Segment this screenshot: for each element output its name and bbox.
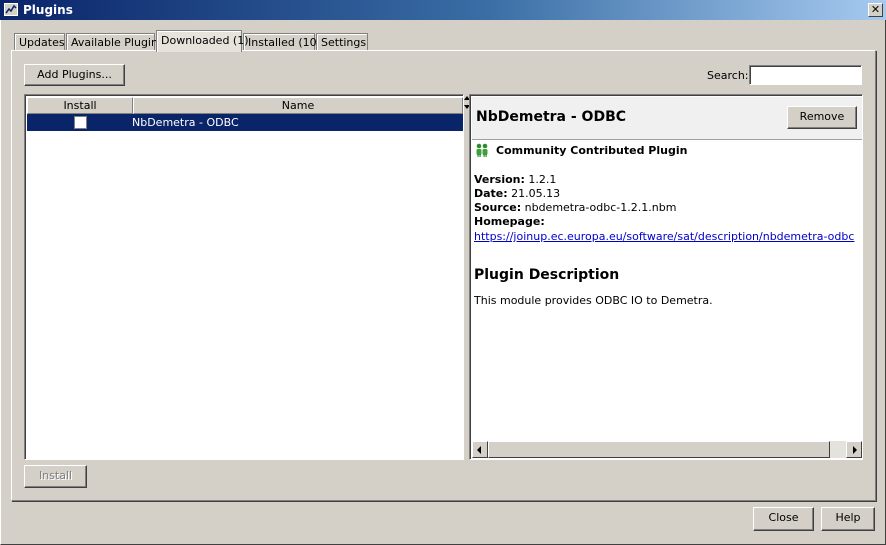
split-divider[interactable] xyxy=(464,94,470,460)
table-row[interactable]: NbDemetra - ODBC xyxy=(27,114,463,131)
source-label: Source: xyxy=(474,201,522,214)
tab-downloaded[interactable]: Downloaded (1) xyxy=(156,30,249,52)
tab-available-plugins[interactable]: Available Plugins xyxy=(66,33,164,51)
help-button[interactable]: Help xyxy=(821,507,875,531)
homepage-label: Homepage: xyxy=(474,215,545,228)
arrow-right-icon xyxy=(853,446,857,454)
column-header-name[interactable]: Name xyxy=(133,97,463,114)
details-header: NbDemetra - ODBC Remove xyxy=(472,97,862,140)
window-close-button[interactable]: ✕ xyxy=(868,3,883,17)
description-heading: Plugin Description xyxy=(474,267,620,283)
date-value: 21.05.13 xyxy=(511,187,561,200)
version-value: 1.2.1 xyxy=(528,173,557,186)
plugin-details-panel: NbDemetra - ODBC Remove Community Contri… xyxy=(469,94,863,460)
arrow-left-icon xyxy=(477,446,481,454)
tab-installed[interactable]: Installed (10) xyxy=(243,33,321,51)
install-checkbox[interactable] xyxy=(74,116,87,129)
scroll-right-button[interactable] xyxy=(846,441,862,458)
date-label: Date: xyxy=(474,187,508,200)
remove-button[interactable]: Remove xyxy=(787,106,857,129)
date-field: Date: 21.05.13 xyxy=(474,187,560,200)
community-badge: Community Contributed Plugin xyxy=(496,144,688,157)
add-plugins-button[interactable]: Add Plugins... xyxy=(24,64,125,86)
version-label: Version: xyxy=(474,173,525,186)
source-value: nbdemetra-odbc-1.2.1.nbm xyxy=(524,201,677,214)
search-label: Search: xyxy=(707,69,749,82)
plugin-name-cell: NbDemetra - ODBC xyxy=(132,116,239,129)
source-field: Source: nbdemetra-odbc-1.2.1.nbm xyxy=(474,201,676,214)
install-button[interactable]: Install xyxy=(24,465,87,488)
homepage-field: Homepage: xyxy=(474,215,545,228)
column-header-install[interactable]: Install xyxy=(27,97,133,114)
version-field: Version: 1.2.1 xyxy=(474,173,556,186)
horizontal-scrollbar[interactable] xyxy=(472,441,862,458)
details-title: NbDemetra - ODBC xyxy=(476,109,627,125)
tab-settings[interactable]: Settings xyxy=(316,33,368,51)
tab-updates[interactable]: Updates xyxy=(14,33,65,51)
title-bar: Plugins ✕ xyxy=(0,0,886,20)
close-button[interactable]: Close xyxy=(753,507,814,531)
window-title: Plugins xyxy=(23,3,73,17)
homepage-link[interactable]: https://joinup.ec.europa.eu/software/sat… xyxy=(474,230,854,243)
community-icon xyxy=(476,143,488,157)
scrollbar-thumb[interactable] xyxy=(488,441,830,458)
plugin-window-icon xyxy=(4,3,18,16)
description-text: This module provides ODBC IO to Demetra. xyxy=(474,294,713,307)
plugin-table: Install Name NbDemetra - ODBC xyxy=(24,94,464,460)
scroll-left-button[interactable] xyxy=(472,441,488,458)
search-input[interactable] xyxy=(749,65,862,85)
